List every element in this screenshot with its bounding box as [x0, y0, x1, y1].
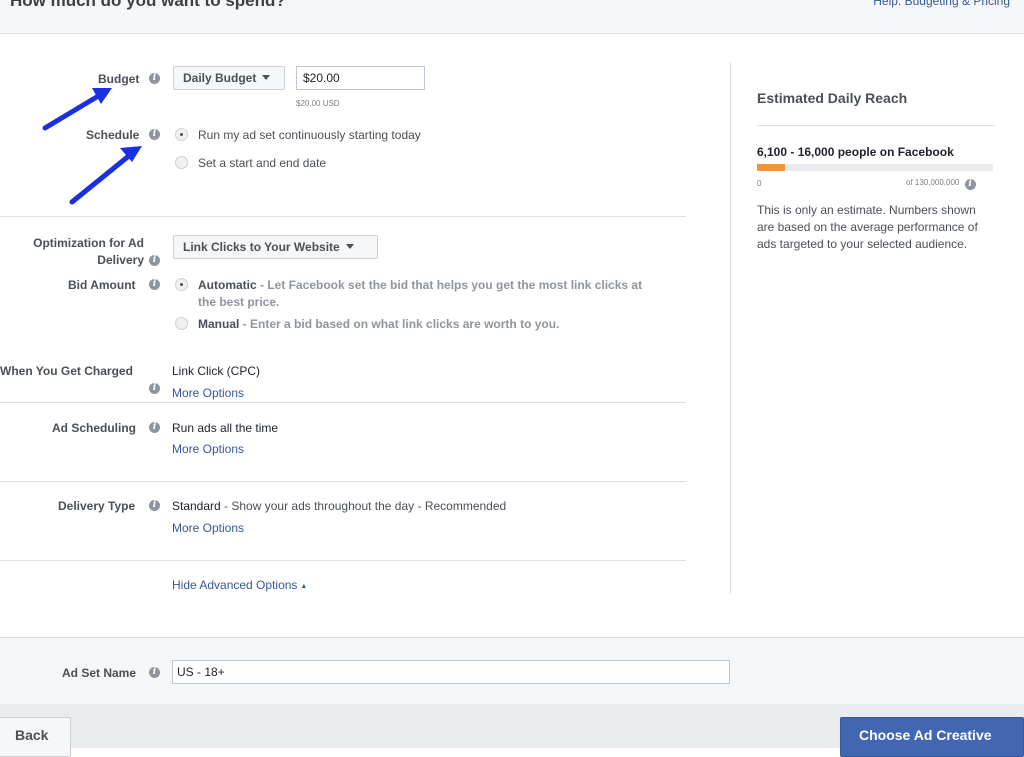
- annotation-arrows: [42, 88, 142, 205]
- arrow-annotation: [42, 88, 112, 131]
- arrow-annotation: [69, 146, 142, 205]
